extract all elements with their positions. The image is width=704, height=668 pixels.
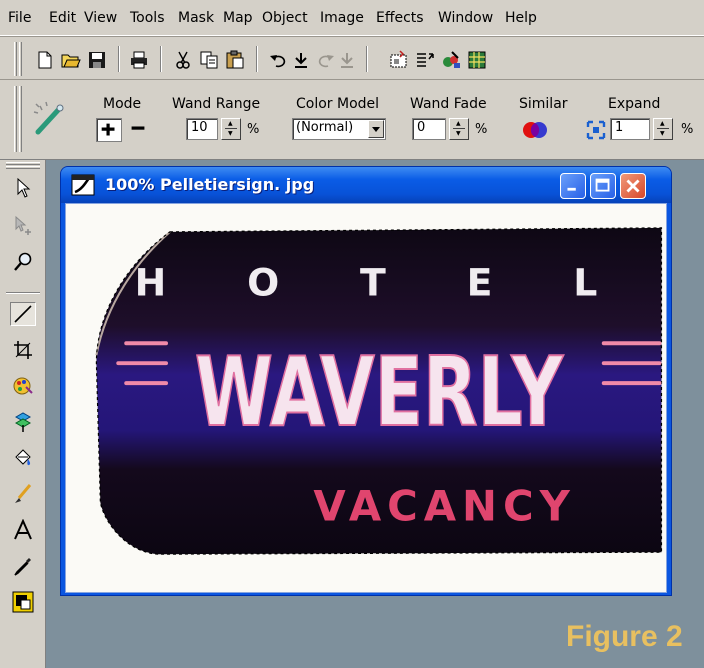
toolbar-grip[interactable]: [14, 42, 17, 76]
mode-label: Mode: [103, 96, 142, 112]
image-canvas[interactable]: H O T E L WAVERLY VACANCY: [65, 203, 667, 593]
menu-bar: File Edit View Tools Mask Map Object Ima…: [0, 0, 704, 36]
undo-icon[interactable]: [268, 50, 290, 70]
grid-icon[interactable]: [466, 50, 488, 70]
menu-mask[interactable]: Mask: [178, 10, 214, 26]
wand-range-spinner[interactable]: ▲ ▼: [221, 118, 241, 140]
text-icon[interactable]: [10, 518, 36, 542]
sign-bottom-text: VACANCY: [313, 481, 575, 530]
tool-palette: [0, 160, 46, 668]
magic-wand-icon: [30, 98, 70, 138]
open-icon[interactable]: [60, 50, 82, 70]
mode-add-button[interactable]: [96, 118, 122, 142]
move-icon[interactable]: [10, 214, 36, 238]
expand-input[interactable]: 1: [610, 118, 650, 140]
standard-toolbar: [0, 38, 704, 80]
layer-list-icon[interactable]: [414, 50, 436, 70]
print-icon[interactable]: [128, 50, 150, 70]
save-icon[interactable]: [86, 50, 108, 70]
wand-fade-spinner[interactable]: ▲ ▼: [449, 118, 469, 140]
crop-icon[interactable]: [10, 338, 36, 362]
line-icon[interactable]: [10, 302, 36, 326]
maximize-button[interactable]: [590, 173, 616, 199]
new-icon[interactable]: [34, 50, 56, 70]
similar-button[interactable]: [520, 118, 550, 142]
zoom-icon[interactable]: [10, 250, 36, 274]
menu-file[interactable]: File: [8, 10, 31, 26]
document-window: 100% Pelletiersign. jpg H O T E L WAVERL…: [60, 166, 672, 596]
menu-map[interactable]: Map: [223, 10, 253, 26]
document-title: 100% Pelletiersign. jpg: [105, 175, 315, 194]
document-titlebar[interactable]: 100% Pelletiersign. jpg: [61, 167, 671, 203]
toolbar-grip-2: [19, 42, 22, 76]
similar-label: Similar: [519, 96, 568, 112]
sign-main-text: WAVERLY: [195, 336, 564, 448]
color-model-select[interactable]: (Normal): [292, 118, 386, 140]
crop-selection-icon[interactable]: [388, 50, 410, 70]
menu-view[interactable]: View: [84, 10, 117, 26]
chevron-down-icon[interactable]: [368, 120, 384, 138]
menu-effects[interactable]: Effects: [376, 10, 424, 26]
redo-icon: [314, 50, 336, 70]
cut-icon[interactable]: [172, 50, 194, 70]
menu-tools[interactable]: Tools: [130, 10, 165, 26]
paint-bucket-icon[interactable]: [10, 446, 36, 470]
app-chrome: File Edit View Tools Mask Map Object Ima…: [0, 0, 704, 160]
menu-help[interactable]: Help: [505, 10, 537, 26]
menu-object[interactable]: Object: [262, 10, 308, 26]
brush-icon[interactable]: [10, 482, 36, 506]
menu-window[interactable]: Window: [438, 10, 493, 26]
copy-icon[interactable]: [198, 50, 220, 70]
clone-icon[interactable]: [10, 410, 36, 434]
menu-edit[interactable]: Edit: [49, 10, 76, 26]
wand-range-label: Wand Range: [172, 96, 261, 112]
expand-icon: [586, 120, 606, 140]
menu-image[interactable]: Image: [320, 10, 364, 26]
mode-subtract-button[interactable]: [126, 118, 152, 142]
figure-label: Figure 2: [566, 620, 683, 653]
hotel-sign-image: H O T E L WAVERLY VACANCY: [95, 227, 663, 555]
wand-fade-input[interactable]: 0: [412, 118, 446, 140]
wand-fade-label: Wand Fade: [410, 96, 487, 112]
arrow-pointer-icon[interactable]: [10, 176, 36, 200]
tool-options-bar: Mode Wand Range 10 ▲ ▼ % Color Model (Nor…: [0, 82, 704, 156]
color-replacer-icon[interactable]: [10, 374, 36, 398]
redo-history-icon: [336, 50, 358, 70]
sign-top-text: H O T E L: [135, 261, 632, 305]
color-swatch-icon[interactable]: [10, 590, 36, 614]
close-button[interactable]: [620, 173, 646, 199]
document-icon[interactable]: [71, 174, 97, 196]
expand-spinner[interactable]: ▲ ▼: [653, 118, 673, 140]
wand-range-input[interactable]: 10: [186, 118, 218, 140]
paste-icon[interactable]: [224, 50, 246, 70]
eyedropper-icon[interactable]: [10, 554, 36, 578]
expand-label: Expand: [608, 96, 661, 112]
color-picker-icon[interactable]: [440, 50, 462, 70]
undo-history-icon[interactable]: [290, 50, 312, 70]
color-model-label: Color Model: [296, 96, 380, 112]
minimize-button[interactable]: [560, 173, 586, 199]
